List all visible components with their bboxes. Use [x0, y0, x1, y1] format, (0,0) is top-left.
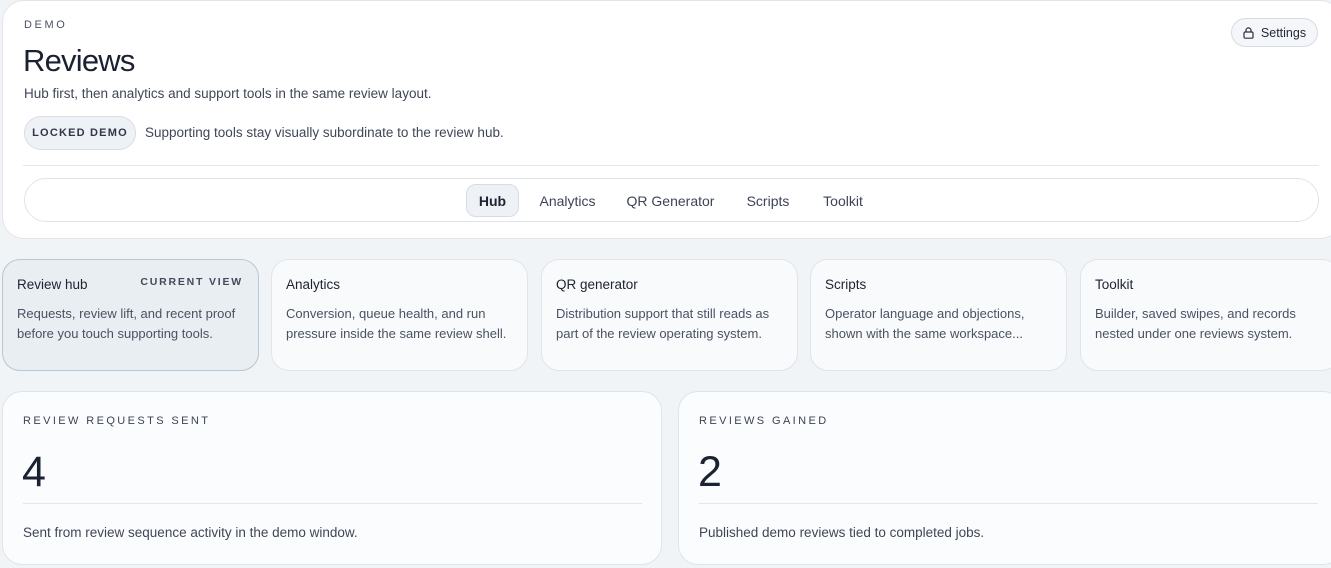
header-divider: [23, 165, 1319, 166]
nav-card-title: Toolkit: [1095, 277, 1134, 292]
nav-card-title: Review hub: [17, 277, 88, 292]
metric-divider: [23, 503, 642, 504]
tab-hub[interactable]: Hub: [466, 184, 519, 217]
metric-card-reviews-gained: REVIEWS GAINED 2 Published demo reviews …: [678, 391, 1331, 565]
nav-card-scripts[interactable]: Scripts Operator language and objections…: [810, 259, 1067, 371]
settings-label: Settings: [1260, 25, 1307, 40]
locked-demo-note: Supporting tools stay visually subordina…: [145, 125, 504, 140]
nav-card-analytics[interactable]: Analytics Conversion, queue health, and …: [271, 259, 528, 371]
tab-scripts[interactable]: Scripts: [736, 184, 800, 217]
nav-card-title: Analytics: [286, 277, 341, 292]
nav-card-description: Conversion, queue health, and run pressu…: [286, 306, 507, 341]
tab-qr-generator[interactable]: QR Generator: [617, 184, 724, 217]
nav-card-qr-generator[interactable]: QR generator Distribution support that s…: [541, 259, 798, 371]
nav-card-description: Operator language and objections, shown …: [825, 306, 1025, 341]
locked-demo-badge: LOCKED DEMO: [24, 116, 136, 150]
metric-value: 2: [698, 448, 722, 496]
page-subtitle: Hub first, then analytics and support to…: [24, 86, 432, 101]
metric-label: REVIEW REQUESTS SENT: [23, 415, 211, 427]
tab-analytics[interactable]: Analytics: [529, 184, 606, 217]
section-tabs: Hub Analytics QR Generator Scripts Toolk…: [24, 178, 1319, 222]
header-card: DEMO Reviews Hub first, then analytics a…: [2, 0, 1331, 239]
nav-card-description: Builder, saved swipes, and records neste…: [1095, 306, 1296, 341]
lock-icon: [1243, 26, 1254, 39]
metric-note: Sent from review sequence activity in th…: [23, 525, 358, 540]
current-view-badge: CURRENT VIEW: [140, 276, 243, 288]
settings-button[interactable]: Settings: [1231, 18, 1318, 47]
nav-card-toolkit[interactable]: Toolkit Builder, saved swipes, and recor…: [1080, 259, 1331, 371]
metric-note: Published demo reviews tied to completed…: [699, 525, 985, 540]
nav-card-description: Requests, review lift, and recent proof …: [17, 306, 236, 341]
tab-toolkit[interactable]: Toolkit: [811, 184, 875, 217]
nav-card-title: QR generator: [556, 277, 638, 292]
page-title: Reviews: [23, 43, 135, 78]
eyebrow-label: DEMO: [24, 19, 68, 31]
metric-card-review-requests: REVIEW REQUESTS SENT 4 Sent from review …: [2, 391, 662, 565]
nav-card-title: Scripts: [825, 277, 867, 292]
nav-card-description: Distribution support that still reads as…: [556, 306, 770, 341]
metric-value: 4: [22, 448, 46, 496]
metric-divider: [699, 503, 1318, 504]
metric-label: REVIEWS GAINED: [699, 415, 829, 427]
nav-card-review-hub[interactable]: Review hub CURRENT VIEW Requests, review…: [2, 259, 259, 371]
